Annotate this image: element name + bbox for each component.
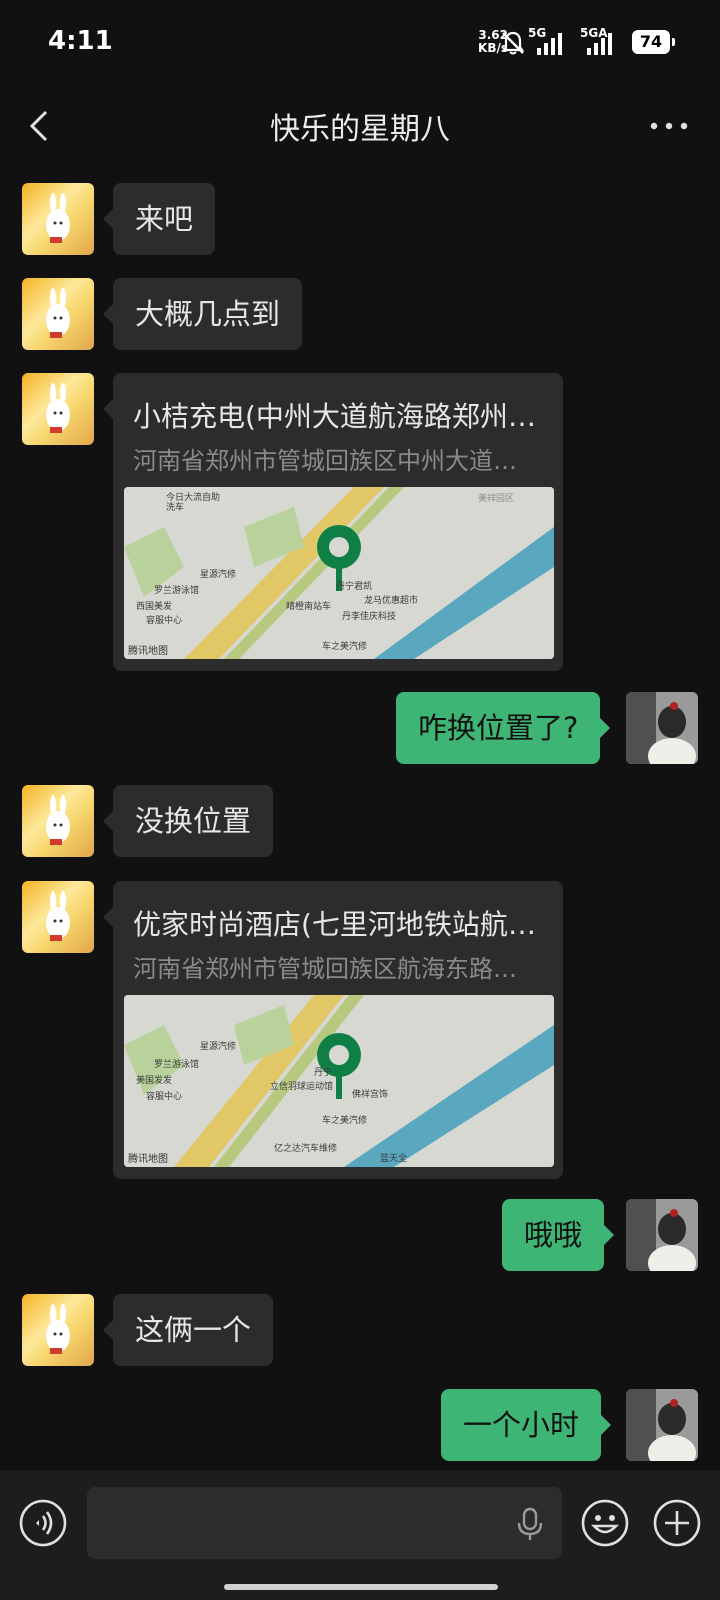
location-address: 河南省郑州市管城回族区航海东路… [133,955,517,983]
map-poi: 立信羽球运动馆 [270,1082,334,1092]
map-poi: 蓝天全 [380,1154,408,1164]
location-card[interactable]: 小桔充电(中州大道航海路郑州东… 河南省郑州市管城回族区中州大道… 今日大流自助… [103,373,563,671]
contact-avatar[interactable] [22,373,94,445]
location-address: 河南省郑州市管城回族区中州大道… [133,447,517,475]
contact-avatar[interactable] [22,1294,94,1366]
message-bubble-out[interactable]: 一个小时 [441,1389,612,1461]
emoji-icon[interactable] [580,1498,630,1548]
battery-icon: 74 [632,30,675,54]
my-avatar[interactable] [626,692,698,764]
plus-icon[interactable] [652,1498,702,1548]
map-poi: 丹宁君凯 [336,582,373,592]
contact-avatar[interactable] [22,183,94,255]
location-map[interactable]: 今日大流自助洗车 星源汽修 罗兰游泳馆 西国美发 容服中心 晴橙南站车 丹李佳庆… [124,487,554,659]
signal-icon [537,33,562,55]
map-provider-label: 腾讯地图 [128,1154,168,1165]
input-bar [0,1470,720,1600]
map-poi: 容服中心 [146,1092,183,1102]
message-bubble-out[interactable]: 哦哦 [502,1199,615,1271]
location-title: 优家时尚酒店(七里河地铁站航海东… [133,908,543,941]
message-bubble-out[interactable]: 咋换位置了? [396,692,611,764]
my-avatar[interactable] [626,1389,698,1461]
signal-icon [587,33,612,55]
map-poi: 罗兰游泳馆 [154,1060,200,1070]
bunny-avatar-icon [46,383,70,433]
contact-avatar[interactable] [22,278,94,350]
bunny-avatar-icon [46,288,70,338]
map-poi: 星源汽修 [200,570,237,580]
user-photo-avatar-icon [626,692,698,764]
location-title: 小桔充电(中州大道航海路郑州东… [133,400,543,433]
map-provider-label: 腾讯地图 [128,646,168,657]
map-poi: 车之美汽修 [322,642,368,652]
map-poi: 容服中心 [146,616,183,626]
map-poi: 晴橙南站车 [286,602,332,612]
map-image [124,995,554,1167]
message-bubble-in[interactable]: 来吧 [102,183,216,255]
contact-avatar[interactable] [22,881,94,953]
user-photo-avatar-icon [626,1389,698,1461]
chat-header: 快乐的星期八 [0,84,720,170]
map-poi: 罗兰游泳馆 [154,586,200,596]
my-avatar[interactable] [626,1199,698,1271]
more-dots-icon[interactable] [646,104,692,148]
bunny-avatar-icon [46,795,70,845]
location-card[interactable]: 优家时尚酒店(七里河地铁站航海东… 河南省郑州市管城回族区航海东路… 星源汽修 … [103,881,563,1179]
microphone-icon[interactable] [516,1507,544,1541]
map-poi: 西国美发 [136,602,173,612]
home-indicator[interactable] [224,1584,498,1590]
map-poi: 亿之达汽车维修 [274,1144,338,1154]
map-poi: 车之美汽修 [322,1116,368,1126]
chat-title: 快乐的星期八 [270,112,450,147]
message-bubble-in[interactable]: 没换位置 [102,785,274,857]
map-poi: 今日大流自助洗车 [166,493,221,513]
status-time: 4:11 [48,26,113,56]
message-bubble-in[interactable]: 大概几点到 [102,278,303,350]
map-poi: 星源汽修 [200,1042,237,1052]
message-input[interactable] [87,1487,562,1559]
map-poi: 佛祥宫饰 [352,1090,389,1100]
status-bar: 4:11 3.62 KB/s 5G 5GA 74 [0,0,720,84]
location-map[interactable]: 星源汽修 罗兰游泳馆 美国发发 容服中心 立信羽球运动馆 丹宁 佛祥宫饰 车之美… [124,995,554,1167]
voice-toggle-icon[interactable] [18,1498,68,1548]
map-poi: 美国发发 [136,1076,173,1086]
contact-avatar[interactable] [22,785,94,857]
map-poi: 龙马优惠超市 [364,596,419,606]
mute-bell-icon [501,31,525,55]
map-poi: 丹李佳庆科技 [342,612,397,622]
message-bubble-in[interactable]: 这俩一个 [102,1294,274,1366]
bunny-avatar-icon [46,891,70,941]
map-poi: 美祥园区 [478,494,515,504]
map-poi: 丹宁 [314,1068,333,1078]
bunny-avatar-icon [46,193,70,243]
bunny-avatar-icon [46,1304,70,1354]
user-photo-avatar-icon [626,1199,698,1271]
